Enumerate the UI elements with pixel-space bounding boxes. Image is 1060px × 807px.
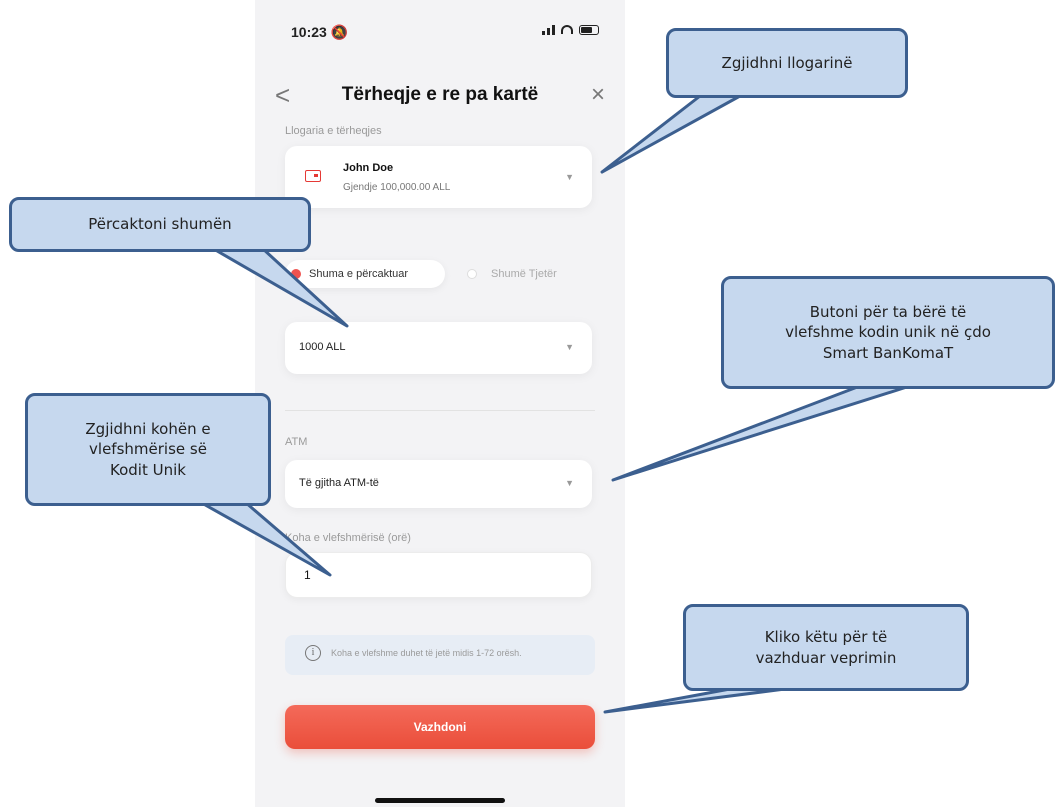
callout-atm-text: Butoni për ta bërë të vlefshme kodin uni…	[785, 303, 991, 362]
arrow-account	[600, 94, 742, 174]
callout-amount: Përcaktoni shumën	[9, 197, 311, 252]
arrow-atm	[611, 384, 912, 482]
callout-account: Zgjidhni llogarinë	[666, 28, 908, 98]
arrow-amount	[210, 246, 349, 328]
callout-continue: Kliko këtu për të vazhduar veprimin	[683, 604, 969, 691]
callout-continue-text: Kliko këtu për të vazhduar veprimin	[755, 628, 897, 667]
callout-atm: Butoni për ta bërë të vlefshme kodin uni…	[721, 276, 1055, 389]
callout-validity: Zgjidhni kohën e vlefshmërise së Kodit U…	[25, 393, 271, 506]
arrow-validity	[198, 500, 332, 577]
callout-validity-text: Zgjidhni kohën e vlefshmërise së Kodit U…	[85, 420, 211, 479]
arrow-continue	[603, 687, 787, 714]
callout-account-text: Zgjidhni llogarinë	[721, 53, 853, 72]
callout-amount-text: Përcaktoni shumën	[88, 215, 232, 234]
